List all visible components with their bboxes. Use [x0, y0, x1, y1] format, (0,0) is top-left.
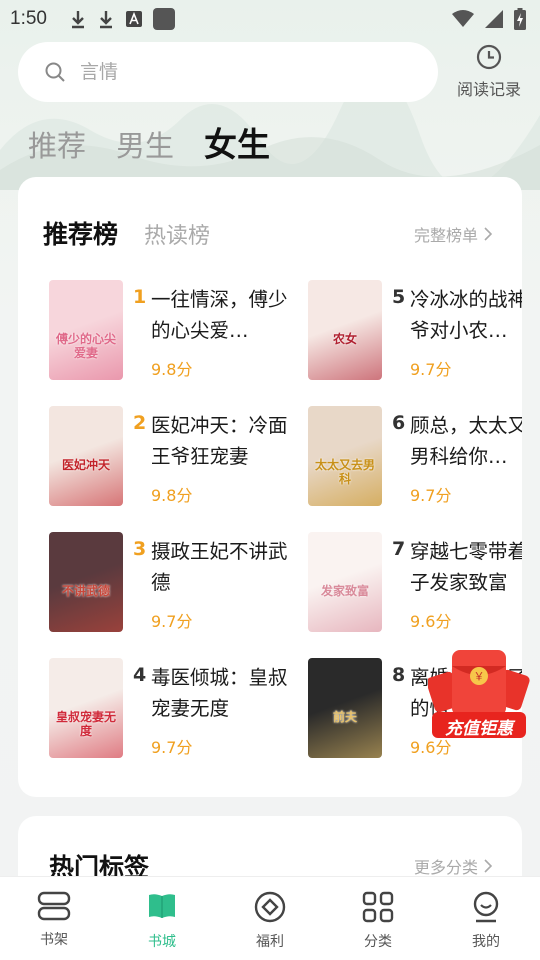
- wifi-icon: [452, 10, 474, 27]
- ranking-book-item[interactable]: 傅少的心尖爱妻 1 一往情深，傅少的心尖爱… 9.8分: [49, 280, 309, 382]
- nav-bookshelf[interactable]: 书架: [0, 877, 108, 960]
- book-score: 9.8分: [151, 360, 193, 379]
- book-score: 9.7分: [151, 612, 193, 631]
- book-cover: 傅少的心尖爱妻: [49, 280, 123, 380]
- nav-category[interactable]: 分类: [324, 877, 432, 960]
- app-square-icon: [152, 8, 175, 30]
- svg-text:￥: ￥: [474, 670, 485, 683]
- nav-bookstore-label: 书城: [148, 934, 176, 950]
- nav-bookshelf-label: 书架: [40, 932, 68, 948]
- bottom-navigation: 书架 书城 福利 分类 我的: [0, 876, 540, 960]
- chevron-right-icon: [484, 227, 492, 241]
- bookshelf-icon: [37, 891, 71, 921]
- book-cover: 皇叔宠妻无度: [49, 658, 123, 758]
- nav-category-label: 分类: [364, 934, 392, 950]
- book-score: 9.6分: [410, 612, 452, 631]
- ranking-book-item[interactable]: 太太又去男科 6顾总，太太又去男科给你… 9.7分: [308, 406, 522, 508]
- full-list-link[interactable]: 完整榜单: [414, 222, 492, 246]
- recharge-promo-button[interactable]: ￥ 充值钜惠: [426, 648, 530, 742]
- tab-female[interactable]: 女生: [204, 118, 270, 166]
- book-rank: 4: [133, 664, 147, 686]
- book-cover-title: 太太又去男科: [314, 458, 375, 486]
- book-rank: 7: [392, 538, 406, 560]
- signal-icon: [485, 10, 503, 28]
- book-score: 9.7分: [410, 360, 452, 379]
- book-rank: 2: [133, 412, 147, 434]
- nav-welfare-label: 福利: [256, 934, 284, 950]
- book-cover-title: 傅少的心尖爱妻: [55, 332, 116, 360]
- more-categories-link[interactable]: 更多分类: [414, 854, 492, 878]
- ranking-book-item[interactable]: 发家致富 7穿越七零带着崽子发家致富 9.6分: [308, 532, 522, 634]
- chevron-right-icon: [484, 859, 492, 873]
- download-icon: [71, 11, 84, 29]
- welfare-icon: [254, 891, 286, 923]
- nav-profile[interactable]: 我的: [432, 877, 540, 960]
- book-score: 9.7分: [151, 738, 193, 757]
- status-time: 1:50: [10, 8, 47, 29]
- search-input[interactable]: [80, 61, 380, 83]
- book-cover-title: 农女: [332, 332, 357, 346]
- reading-history-label: 阅读记录: [456, 80, 521, 99]
- font-a-icon: [125, 11, 142, 27]
- book-rank: 6: [392, 412, 406, 434]
- tab-hot-reading-ranking[interactable]: 热读榜: [144, 218, 210, 250]
- reading-history-button[interactable]: 阅读记录: [448, 44, 530, 100]
- ranking-book-item[interactable]: 不讲武德 3 摄政王妃不讲武德 9.7分: [49, 532, 309, 634]
- book-cover-title: 发家致富: [320, 584, 369, 598]
- book-cover-title: 前夫: [332, 710, 357, 724]
- download-icon: [99, 11, 112, 29]
- book-title: 顾总，太太又去男科给你…: [410, 414, 522, 468]
- battery-icon: [514, 8, 526, 30]
- book-cover: 医妃冲天: [49, 406, 123, 506]
- search-icon: [45, 62, 65, 82]
- bookstore-icon: [149, 894, 175, 918]
- ranking-book-item[interactable]: 医妃冲天 2 医妃冲天：冷面王爷狂宠妻 9.8分: [49, 406, 309, 508]
- status-bar: 1:50: [0, 0, 540, 38]
- book-cover-title: 不讲武德: [61, 584, 110, 598]
- book-cover: 发家致富: [308, 532, 382, 632]
- tab-recommend-ranking[interactable]: 推荐榜: [43, 215, 118, 251]
- book-cover: 农女: [308, 280, 382, 380]
- book-cover: 太太又去男科: [308, 406, 382, 506]
- book-cover: 前夫: [308, 658, 382, 758]
- nav-welfare[interactable]: 福利: [216, 877, 324, 960]
- book-cover: 不讲武德: [49, 532, 123, 632]
- category-icon: [362, 891, 394, 923]
- channel-tabs: 推荐 男生 女生: [28, 118, 270, 166]
- nav-bookstore[interactable]: 书城: [108, 877, 216, 960]
- ranking-book-item[interactable]: 皇叔宠妻无度 4 毒医倾城：皇叔宠妻无度 9.7分: [49, 658, 309, 760]
- book-rank: 8: [392, 664, 406, 686]
- profile-icon: [473, 891, 499, 923]
- book-cover-title: 医妃冲天: [61, 458, 110, 472]
- tab-recommend[interactable]: 推荐: [28, 123, 86, 165]
- book-score: 9.7分: [410, 486, 452, 505]
- clock-icon: [476, 44, 502, 70]
- book-title: 毒医倾城：皇叔宠妻无度: [151, 666, 288, 720]
- more-categories-label: 更多分类: [413, 858, 478, 877]
- book-cover-title: 皇叔宠妻无度: [55, 710, 116, 738]
- full-list-label: 完整榜单: [413, 226, 478, 245]
- book-title: 穿越七零带着崽子发家致富: [410, 540, 522, 594]
- book-rank: 1: [133, 286, 147, 308]
- book-title: 摄政王妃不讲武德: [151, 540, 288, 594]
- red-packet-label: 充值钜惠: [445, 719, 513, 739]
- book-title: 一往情深，傅少的心尖爱…: [151, 288, 288, 342]
- ranking-book-item[interactable]: 农女 5冷冰冰的战神王爷对小农… 9.7分: [308, 280, 522, 382]
- book-rank: 5: [392, 286, 406, 308]
- book-title: 医妃冲天：冷面王爷狂宠妻: [151, 414, 288, 468]
- tab-male[interactable]: 男生: [116, 123, 174, 165]
- nav-profile-label: 我的: [472, 934, 500, 950]
- book-title: 冷冰冰的战神王爷对小农…: [410, 288, 522, 342]
- book-rank: 3: [133, 538, 147, 560]
- search-bar[interactable]: [18, 42, 438, 102]
- book-score: 9.8分: [151, 486, 193, 505]
